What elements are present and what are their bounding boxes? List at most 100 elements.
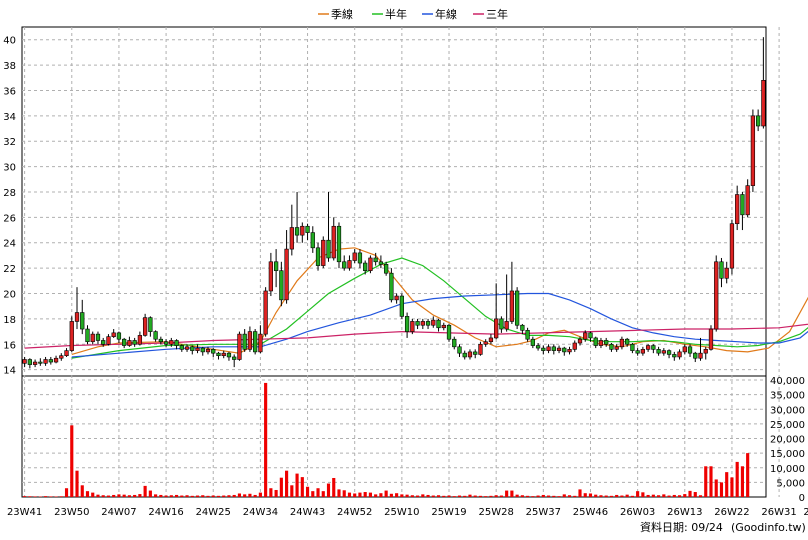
candle-body <box>179 345 184 350</box>
candle-body <box>279 270 284 301</box>
candle-body <box>761 80 766 127</box>
candle-body <box>321 239 326 266</box>
candle-body <box>122 338 127 346</box>
candle-body <box>211 349 216 354</box>
candle-body <box>300 225 305 236</box>
candle-body <box>148 317 153 332</box>
candle-body <box>226 352 232 358</box>
x-tick-label: 25W28 <box>478 507 513 518</box>
volume-bar <box>269 488 273 497</box>
volume-bar <box>735 461 739 497</box>
candle-body <box>656 349 661 354</box>
volume-bar <box>657 495 661 497</box>
candle-body <box>750 115 756 186</box>
candle-body <box>153 331 158 340</box>
volume-bar <box>44 496 48 497</box>
candle-body <box>284 248 289 301</box>
candle-body <box>740 194 745 216</box>
volume-bar <box>505 490 509 497</box>
candle <box>237 331 242 361</box>
candle-body <box>577 338 583 344</box>
candle-body <box>682 346 687 353</box>
volume-bar <box>436 495 441 497</box>
price-tick-label: 14 <box>3 366 16 377</box>
volume-bar <box>290 485 294 497</box>
legend-label-0: 季線 <box>331 7 353 21</box>
candle-body <box>38 361 43 364</box>
legend-label-2: 年線 <box>435 7 457 21</box>
candle-body <box>724 267 729 279</box>
candle-body <box>90 333 95 343</box>
candle-body <box>614 346 619 350</box>
volume-bar <box>75 470 79 497</box>
candle-body <box>593 337 598 346</box>
volume-bar <box>520 495 524 497</box>
volume-bar <box>159 494 163 497</box>
volume-bar <box>719 482 724 497</box>
candle-body <box>415 321 420 326</box>
candle-body <box>661 350 666 354</box>
volume-bar <box>353 493 357 497</box>
volume-bar <box>321 491 325 497</box>
volume-bar <box>91 492 95 497</box>
candle-body <box>588 332 593 339</box>
candle-body <box>221 352 226 356</box>
candle-body <box>111 332 116 337</box>
candle-body <box>672 354 677 358</box>
volume-bar <box>148 490 152 497</box>
x-tick-label: 24W43 <box>290 507 325 518</box>
volume-bar <box>332 477 336 497</box>
x-tick-label: 23W41 <box>7 507 42 518</box>
candle-body <box>619 338 625 348</box>
volume-bar <box>143 485 147 497</box>
volume-bar <box>122 494 126 497</box>
candle-body <box>687 346 693 354</box>
candle-body <box>556 347 562 351</box>
candle-body <box>446 324 452 340</box>
candle-body <box>473 351 478 355</box>
candle-body <box>163 341 169 345</box>
volume-tick-label: 35,000 <box>770 391 805 402</box>
price-tick-label: 40 <box>3 36 16 47</box>
candle-body <box>609 343 614 350</box>
volume-tick-label: 40,000 <box>770 376 805 387</box>
volume-bar <box>33 496 37 497</box>
volume-bar <box>683 494 687 497</box>
candle-body <box>85 328 90 343</box>
candle-body <box>64 350 69 356</box>
candle-body <box>80 312 85 330</box>
candle <box>336 222 342 269</box>
volume-bar <box>54 496 58 497</box>
x-tick-label: 23W50 <box>54 507 89 518</box>
candle-body <box>630 343 635 351</box>
volume-bar <box>578 489 582 497</box>
volume-bar <box>174 494 179 497</box>
candle-body <box>567 349 572 353</box>
candle-body <box>719 261 724 279</box>
volume-bar <box>489 495 493 497</box>
volume-bar <box>395 493 399 497</box>
candle-body <box>106 336 111 345</box>
volume-bar <box>106 495 111 497</box>
volume-bar <box>468 494 472 497</box>
candle-body <box>357 252 363 264</box>
volume-bar <box>274 489 278 497</box>
volume-bar <box>379 493 383 497</box>
x-tick-label: 24W07 <box>101 507 136 518</box>
volume-tick-label: 20,000 <box>770 435 805 446</box>
candle-body <box>693 352 698 359</box>
candle-body <box>572 342 577 350</box>
volume-bar <box>421 494 425 497</box>
volume-bar <box>253 494 257 497</box>
volume-bar <box>206 495 210 497</box>
volume-bar <box>662 494 666 497</box>
candle-body <box>745 185 750 216</box>
volume-bar <box>693 492 697 497</box>
volume-bar <box>185 495 189 497</box>
candle <box>410 318 415 335</box>
volume-bar <box>138 494 142 497</box>
x-tick-label: 25W10 <box>384 507 419 518</box>
volume-bar <box>426 494 430 497</box>
candle-body <box>436 319 441 329</box>
price-tick-label: 22 <box>3 264 16 275</box>
